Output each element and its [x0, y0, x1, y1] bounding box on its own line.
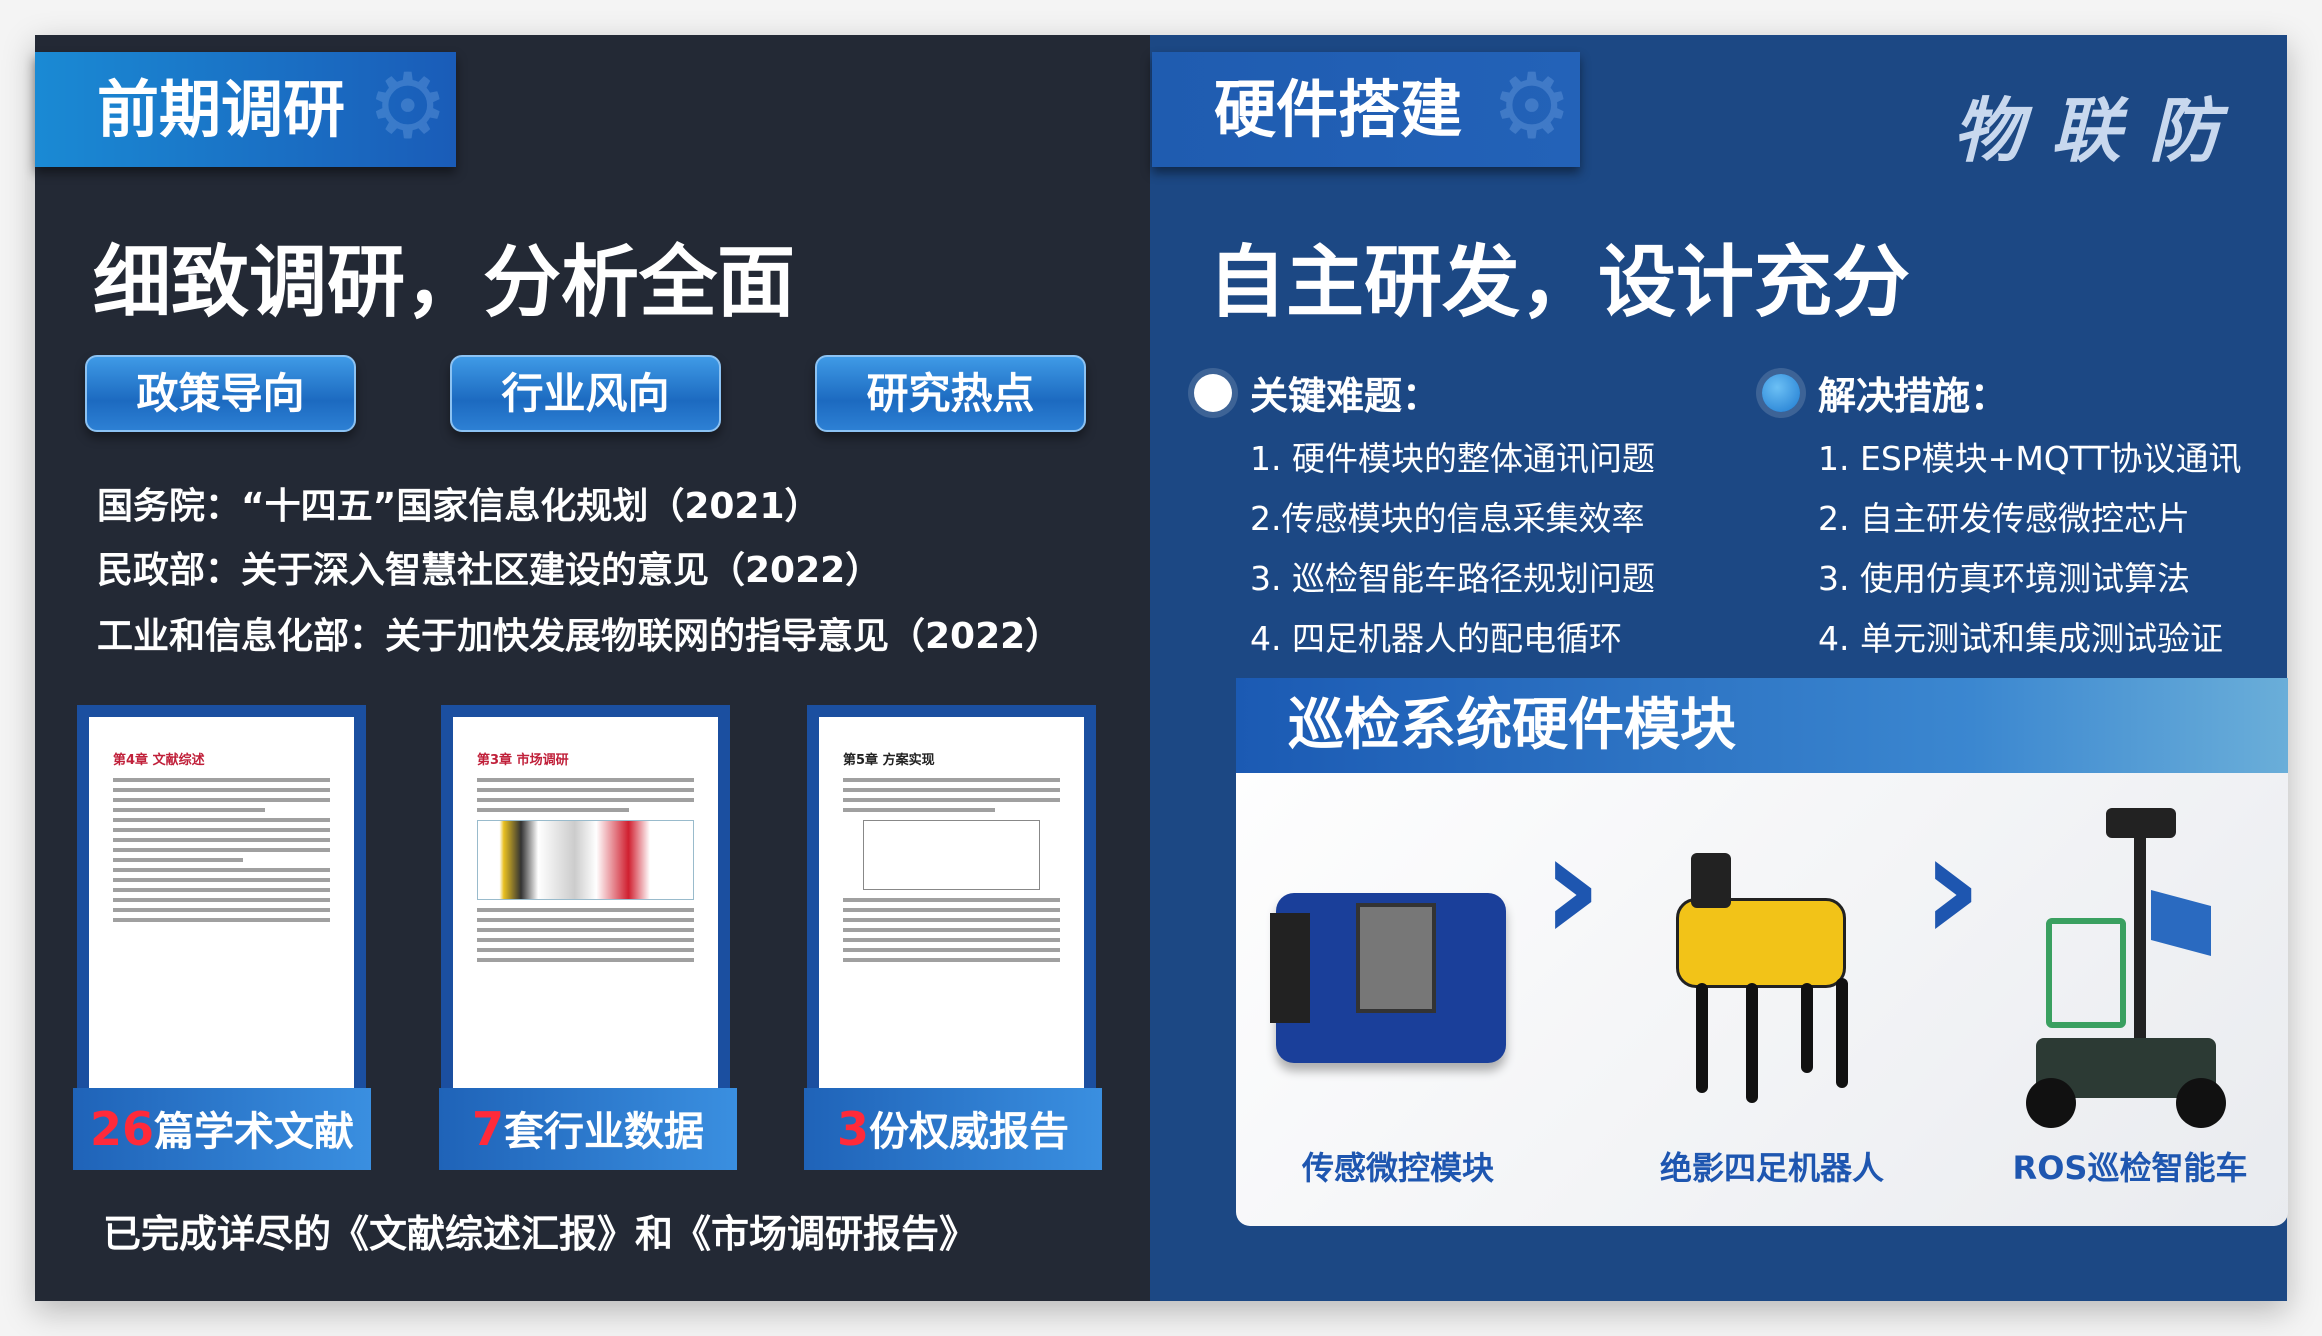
policy-line: 民政部：关于深入智慧社区建设的意见（2022）: [97, 550, 882, 591]
problems-list: 关键难题： 1. 硬件模块的整体通讯问题 2.传感模块的信息采集效率 3. 巡检…: [1194, 365, 1655, 660]
list-item: 2.传感模块的信息采集效率: [1250, 499, 1645, 538]
reports-badge: 3份权威报告: [804, 1088, 1102, 1170]
hardware-tab-label: 硬件搭建: [1214, 73, 1463, 146]
module-label: 传感微控模块: [1301, 1149, 1495, 1187]
badge-label: 套行业数据: [504, 1109, 704, 1155]
diagram-figure: [863, 820, 1040, 890]
bullet-icon: [1194, 373, 1232, 412]
hardware-title: 自主研发，设计充分: [1208, 238, 1911, 328]
robots-figure: [477, 820, 694, 900]
research-title: 细致调研，分析全面: [93, 238, 796, 328]
problems-heading: 关键难题：: [1250, 374, 1441, 418]
hardware-module-card: 巡检系统硬件模块 › › 传感微控模块 绝影四足机器人 ROS巡检智能车: [1236, 678, 2288, 1226]
badge-label: 份权威报告: [869, 1109, 1069, 1155]
badge-label: 篇学术文献: [154, 1109, 354, 1155]
policy-button[interactable]: 政策导向: [85, 355, 356, 432]
list-item: 1. ESP模块+MQTT协议通讯: [1818, 439, 2242, 478]
slide: 前期调研 ⚙ 细致调研，分析全面 政策导向 行业风向 研究热点 国务院：“十四五”…: [35, 35, 2288, 1301]
doc-chapter: 第4章 文献综述: [113, 753, 205, 768]
document-thumbnail: 第4章 文献综述: [77, 705, 366, 1088]
sensor-board-image: [1270, 893, 1506, 1063]
quadruped-robot-image: [1636, 828, 1866, 1108]
module-label: ROS巡检智能车: [2012, 1149, 2248, 1187]
research-panel: 前期调研 ⚙ 细致调研，分析全面 政策导向 行业风向 研究热点 国务院：“十四五”…: [35, 35, 1150, 1301]
document-thumbnail: 第3章 市场调研: [441, 705, 730, 1088]
brand-logo: 物联防: [1953, 89, 2247, 172]
research-tab: 前期调研 ⚙: [35, 52, 456, 167]
solutions-list: 解决措施： 1. ESP模块+MQTT协议通讯 2. 自主研发传感微控芯片 3.…: [1762, 365, 2242, 660]
hardware-tab: 硬件搭建 ⚙: [1152, 52, 1580, 167]
list-item: 4. 单元测试和集成测试验证: [1818, 619, 2223, 658]
badge-number: 3: [836, 1102, 869, 1156]
policy-line: 工业和信息化部：关于加快发展物联网的指导意见（2022）: [97, 616, 1062, 657]
solutions-heading: 解决措施：: [1818, 374, 2009, 418]
module-title: 巡检系统硬件模块: [1236, 678, 2288, 773]
list-item: 3. 使用仿真环境测试算法: [1818, 559, 2190, 598]
list-item: 4. 四足机器人的配电循环: [1250, 619, 1622, 658]
data-badge: 7套行业数据: [439, 1088, 737, 1170]
ros-car-image: [2016, 808, 2246, 1128]
badge-number: 7: [471, 1102, 504, 1156]
module-label: 绝影四足机器人: [1659, 1149, 1885, 1187]
arrow-right-icon: ›: [1541, 801, 1603, 975]
hotspot-button[interactable]: 研究热点: [815, 355, 1086, 432]
research-tab-label: 前期调研: [97, 73, 346, 146]
arrow-right-icon: ›: [1921, 801, 1983, 975]
bullet-icon: [1762, 373, 1800, 412]
papers-badge: 26篇学术文献: [73, 1088, 371, 1170]
doc-chapter: 第5章 方案实现: [843, 753, 935, 768]
document-thumbnail: 第5章 方案实现: [807, 705, 1096, 1088]
gear-icon: ⚙: [367, 54, 448, 159]
policy-line: 国务院：“十四五”国家信息化规划（2021）: [97, 486, 821, 527]
doc-chapter: 第3章 市场调研: [477, 753, 569, 768]
list-item: 1. 硬件模块的整体通讯问题: [1250, 439, 1655, 478]
industry-button[interactable]: 行业风向: [450, 355, 721, 432]
summary-text: 已完成详尽的《文献综述汇报》和《市场调研报告》: [103, 1212, 978, 1256]
list-item: 3. 巡检智能车路径规划问题: [1250, 559, 1655, 598]
badge-number: 26: [89, 1102, 154, 1156]
list-item: 2. 自主研发传感微控芯片: [1818, 499, 2190, 538]
gear-icon: ⚙: [1491, 54, 1572, 159]
